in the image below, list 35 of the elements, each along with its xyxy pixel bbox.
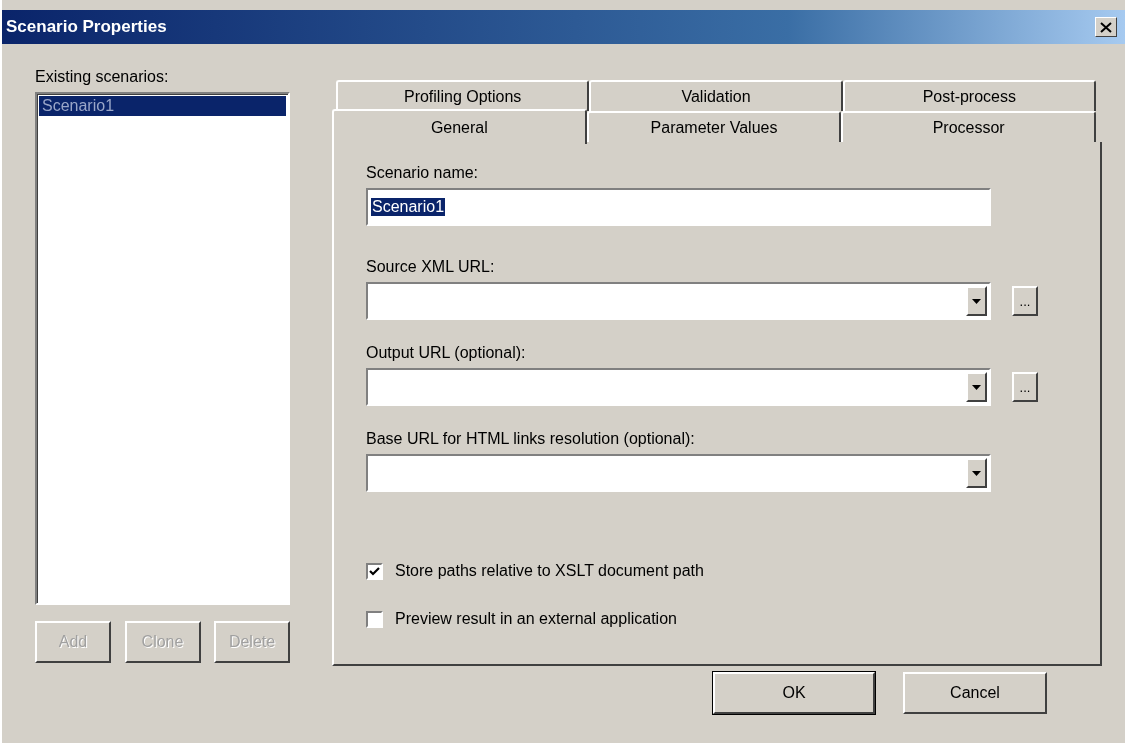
dropdown-button[interactable] [966, 286, 987, 316]
dialog-button[interactable]: OK [713, 672, 875, 714]
close-button[interactable] [1095, 17, 1117, 37]
browse-button[interactable]: ... [1012, 372, 1038, 402]
field-label: Output URL (optional): [366, 344, 527, 362]
dialog-button[interactable]: Cancel [903, 672, 1047, 714]
field-label: Source XML URL: [366, 258, 496, 276]
field-label: Base URL for HTML links resolution (optional): [366, 430, 696, 448]
combo-box[interactable] [366, 368, 991, 406]
tab[interactable]: Profiling Options [336, 80, 590, 111]
combo-box[interactable] [366, 282, 991, 320]
checkmark-icon [369, 566, 380, 576]
field-label: Scenario name: [366, 164, 480, 182]
dropdown-button[interactable] [966, 372, 987, 402]
tab[interactable]: Processor [841, 111, 1096, 142]
dropdown-arrow-icon [972, 384, 981, 390]
tab[interactable]: Validation [589, 80, 843, 111]
window-title: Scenario Properties [6, 17, 167, 37]
checkbox-label: Preview result in an external application [395, 610, 677, 628]
checkbox[interactable] [366, 610, 383, 628]
dropdown-arrow-icon [972, 298, 981, 304]
dropdown-arrow-icon [972, 470, 981, 476]
tab[interactable]: General [332, 109, 587, 144]
text-field[interactable]: Scenario1 [366, 188, 991, 226]
close-icon [1100, 21, 1112, 33]
list-label: Existing scenarios: [35, 68, 170, 86]
dropdown-button[interactable] [966, 458, 987, 488]
scenario-item[interactable]: Scenario1 [39, 96, 286, 116]
checkbox-label: Store paths relative to XSLT document path [395, 562, 704, 580]
field-value: Scenario1 [371, 198, 446, 216]
combo-box[interactable] [366, 454, 991, 492]
tab[interactable]: Post-process [842, 80, 1096, 111]
checkbox[interactable] [366, 562, 383, 580]
tab[interactable]: Parameter Values [586, 111, 842, 142]
browse-button[interactable]: ... [1012, 286, 1038, 316]
